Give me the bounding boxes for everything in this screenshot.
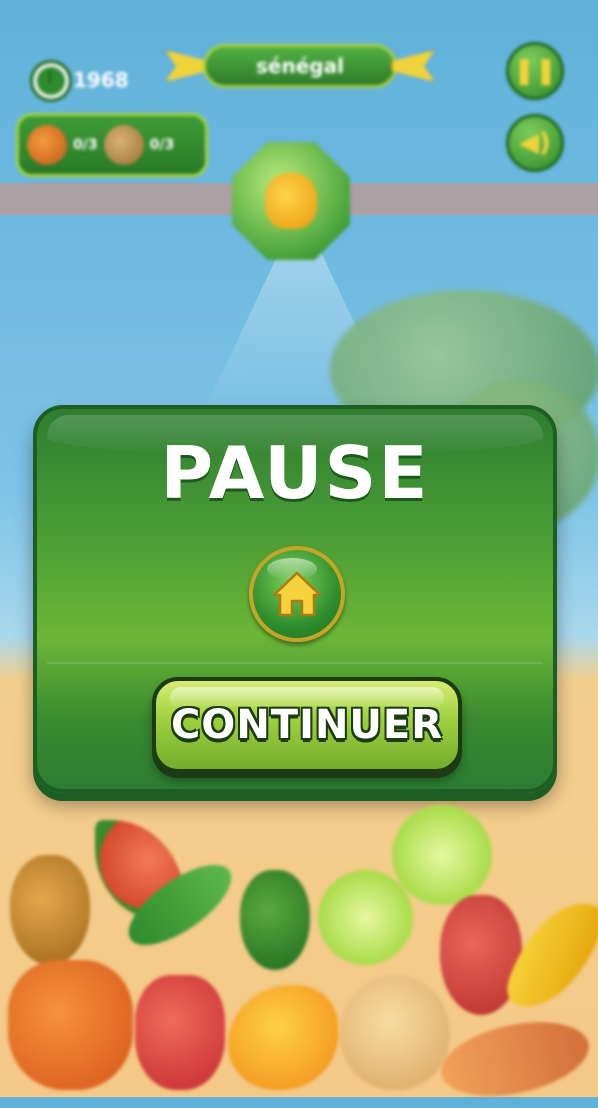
lime-icon	[392, 805, 492, 905]
continue-label: CONTINUER	[170, 702, 444, 748]
squash-icon	[240, 870, 310, 970]
orange-icon	[27, 125, 67, 165]
home-icon	[272, 571, 322, 617]
clock-icon	[30, 60, 72, 102]
target-fruits: 0/3 0/3	[16, 113, 208, 177]
target-fruit-gem	[232, 142, 350, 260]
score-value: 1968	[73, 68, 129, 92]
sound-icon: ◀)	[519, 128, 551, 158]
home-button[interactable]	[249, 546, 345, 642]
candy-right-icon	[391, 50, 435, 82]
pause-icon: ❚❚	[513, 56, 557, 86]
sound-button[interactable]: ◀)	[506, 114, 564, 172]
mango-icon	[228, 985, 338, 1090]
country-name: sénégal	[203, 44, 397, 88]
target-count: 0/3	[73, 137, 98, 153]
pause-panel: PAUSE CONTINUER	[33, 405, 557, 793]
pause-title: PAUSE	[160, 431, 430, 515]
onion-icon	[340, 975, 450, 1090]
mango-icon	[10, 855, 90, 965]
pepper-icon	[265, 173, 317, 229]
target-count: 0/3	[149, 137, 175, 153]
lime-icon	[318, 870, 413, 965]
bell-pepper-icon	[8, 960, 133, 1090]
sweet-potato-icon	[434, 1010, 596, 1108]
country-banner: sénégal	[165, 42, 435, 92]
continue-button[interactable]: CONTINUER	[152, 677, 462, 773]
cashew-apple-icon	[135, 975, 225, 1090]
coconut-icon	[103, 125, 144, 165]
panel-divider	[47, 662, 543, 664]
pause-button[interactable]: ❚❚	[506, 42, 564, 100]
